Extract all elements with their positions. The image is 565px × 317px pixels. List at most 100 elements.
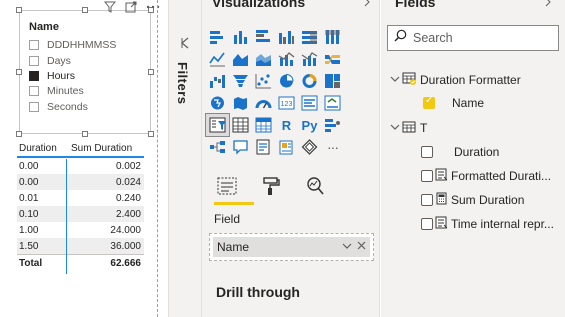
- card-icon[interactable]: 123: [275, 92, 298, 114]
- table-cell: 0.00: [19, 160, 39, 172]
- field-chip[interactable]: Name: [213, 237, 370, 257]
- slicer-visual-icon[interactable]: [205, 113, 230, 137]
- checkbox[interactable]: [29, 56, 39, 66]
- fields-pane: Fields Search Duration Formatter Name T: [381, 0, 565, 317]
- duration-table[interactable]: Duration Sum Duration 0.00 0.002 0.00 0.…: [17, 140, 144, 272]
- checkbox[interactable]: [421, 170, 433, 182]
- fields-tab[interactable]: [214, 175, 240, 197]
- scatter-chart-icon[interactable]: [252, 70, 275, 92]
- stacked-bar-chart-icon[interactable]: [206, 26, 229, 48]
- more-icon: ···: [327, 139, 339, 155]
- kpi-icon[interactable]: [321, 92, 344, 114]
- paginated-report-icon[interactable]: [275, 136, 298, 158]
- key-influencers-icon[interactable]: [321, 114, 344, 136]
- field-table-duration-formatter[interactable]: Duration Formatter: [390, 70, 521, 90]
- resize-handle[interactable]: [16, 7, 22, 13]
- slicer-item-hours[interactable]: Hours: [29, 69, 75, 83]
- checkbox[interactable]: [29, 86, 39, 96]
- filters-pane[interactable]: Filters: [168, 0, 202, 317]
- slicer-item-days[interactable]: Days: [29, 54, 71, 68]
- 100-stacked-column-chart-icon[interactable]: [321, 26, 344, 48]
- table-cell: 1.00: [19, 224, 39, 236]
- decomposition-tree-icon[interactable]: [206, 136, 229, 158]
- pie-chart-icon[interactable]: [275, 70, 298, 92]
- field-item-duration[interactable]: Duration: [421, 142, 499, 162]
- clustered-column-chart-icon[interactable]: [275, 26, 298, 48]
- resize-handle[interactable]: [82, 7, 88, 13]
- line-chart-icon[interactable]: [206, 48, 229, 70]
- name-slicer[interactable]: Name DDDHHMMSS Days Hours Minutes Second…: [16, 1, 160, 137]
- power-apps-icon[interactable]: [298, 136, 321, 158]
- r-visual-icon[interactable]: R: [275, 114, 298, 136]
- donut-chart-icon[interactable]: [298, 70, 321, 92]
- matrix-visual-icon[interactable]: [252, 114, 275, 136]
- slicer-item-label: DDDHHMMSS: [47, 39, 117, 51]
- resize-handle[interactable]: [16, 69, 22, 75]
- checkbox[interactable]: [421, 218, 433, 230]
- treemap-icon[interactable]: [321, 70, 344, 92]
- field-item-time-internal[interactable]: Time internal repr...: [421, 214, 554, 234]
- qna-visual-icon[interactable]: [229, 136, 252, 158]
- close-icon[interactable]: [357, 241, 366, 253]
- python-visual-icon[interactable]: Py: [298, 114, 321, 136]
- 100-stacked-bar-chart-icon[interactable]: [298, 26, 321, 48]
- area-chart-icon[interactable]: [229, 48, 252, 70]
- slicer-title: Name: [29, 21, 59, 33]
- field-label: Name: [452, 96, 485, 110]
- map-icon[interactable]: [206, 92, 229, 114]
- table-cell: 0.240: [115, 192, 141, 204]
- chevron-down-icon[interactable]: [390, 75, 402, 86]
- focus-mode-icon[interactable]: [125, 1, 137, 16]
- line-stacked-column-icon[interactable]: [298, 48, 321, 70]
- search-icon: [394, 29, 407, 47]
- checkbox[interactable]: [421, 194, 433, 206]
- gauge-icon[interactable]: [252, 92, 275, 114]
- line-clustered-column-icon[interactable]: [275, 48, 298, 70]
- table-cell: 2.400: [115, 208, 141, 220]
- analytics-tab[interactable]: [302, 175, 328, 197]
- slicer-item-label: Minutes: [47, 85, 84, 97]
- filters-label[interactable]: Filters: [175, 62, 190, 105]
- more-visuals-button[interactable]: ···: [321, 136, 344, 158]
- column-header[interactable]: Duration: [17, 143, 67, 154]
- table-row: 0.01 0.240: [17, 190, 144, 206]
- checkbox-checked[interactable]: [29, 71, 39, 81]
- multi-row-card-icon[interactable]: [298, 92, 321, 114]
- slicer-item-dddhhmmss[interactable]: DDDHHMMSS: [29, 38, 116, 52]
- format-tab[interactable]: [258, 175, 284, 197]
- checkbox[interactable]: [29, 40, 39, 50]
- table-row: 0.00 0.024: [17, 174, 144, 190]
- field-item-name[interactable]: Name: [423, 93, 484, 113]
- table-visual-icon[interactable]: [229, 114, 252, 136]
- field-table-t[interactable]: T: [390, 118, 427, 138]
- resize-handle[interactable]: [148, 69, 154, 75]
- chevron-down-icon[interactable]: [390, 123, 402, 134]
- field-item-sum-duration[interactable]: Sum Duration: [421, 190, 524, 210]
- filter-icon[interactable]: [103, 1, 117, 16]
- resize-handle[interactable]: [82, 131, 88, 137]
- checkbox[interactable]: [29, 102, 39, 112]
- chevron-down-icon[interactable]: [342, 241, 352, 253]
- clustered-bar-chart-icon[interactable]: [252, 26, 275, 48]
- stacked-area-chart-icon[interactable]: [252, 48, 275, 70]
- slicer-item-seconds[interactable]: Seconds: [29, 100, 88, 114]
- field-item-formatted-duration[interactable]: Formatted Durati...: [421, 166, 551, 186]
- column-header[interactable]: Sum Duration: [67, 143, 144, 154]
- stacked-column-chart-icon[interactable]: [229, 26, 252, 48]
- funnel-chart-icon[interactable]: [229, 70, 252, 92]
- smart-narrative-icon[interactable]: [252, 136, 275, 158]
- ribbon-chart-icon[interactable]: [321, 48, 344, 70]
- chevron-right-icon[interactable]: [363, 0, 371, 10]
- resize-handle[interactable]: [16, 131, 22, 137]
- chevron-right-icon[interactable]: [544, 0, 552, 10]
- fields-search[interactable]: Search: [387, 25, 559, 51]
- checkbox[interactable]: [421, 146, 433, 158]
- checkbox-checked[interactable]: [423, 95, 435, 109]
- collapse-left-icon[interactable]: [180, 37, 190, 52]
- field-well[interactable]: Name: [209, 233, 374, 261]
- waterfall-chart-icon[interactable]: [206, 70, 229, 92]
- resize-handle[interactable]: [148, 131, 154, 137]
- calculated-column-icon: [435, 168, 448, 184]
- filled-map-icon[interactable]: [229, 92, 252, 114]
- slicer-item-minutes[interactable]: Minutes: [29, 84, 84, 98]
